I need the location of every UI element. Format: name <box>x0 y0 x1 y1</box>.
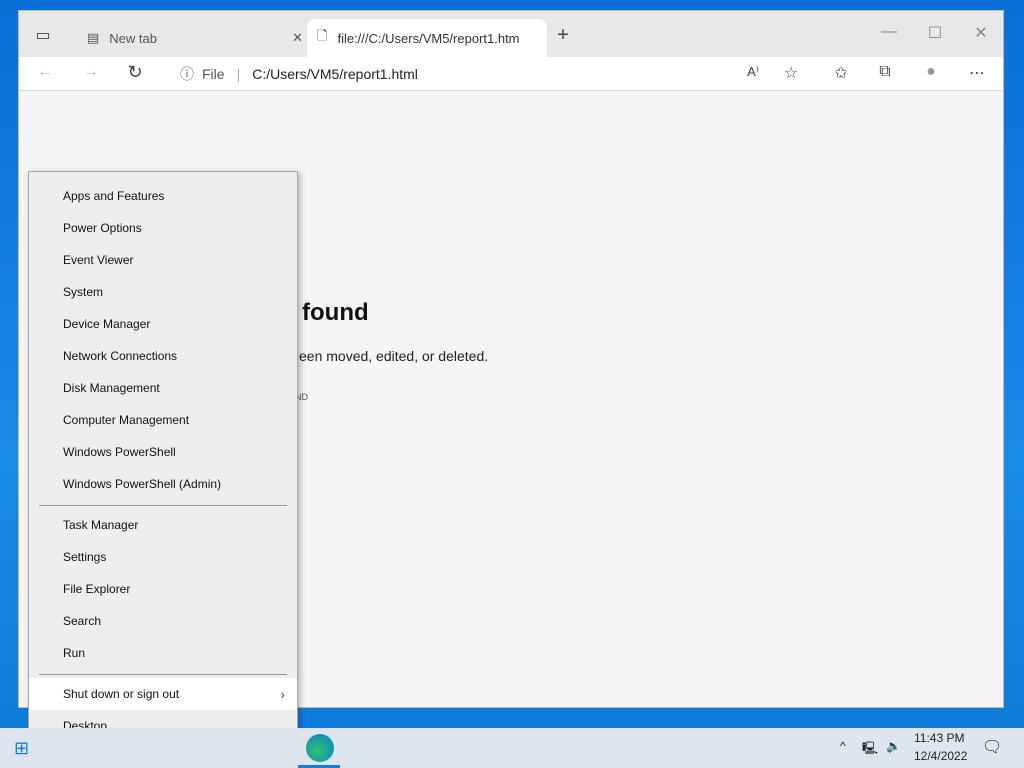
error-message: een moved, edited, or deleted. <box>299 348 489 364</box>
start-button[interactable]: ⊞ <box>14 738 29 759</box>
clock-date[interactable]: 12/4/2022 <box>914 749 967 763</box>
menu-item-settings[interactable]: Settings <box>29 541 297 573</box>
edge-taskbar-icon[interactable] <box>306 734 334 762</box>
menu-item-network-connections[interactable]: Network Connections <box>29 340 297 372</box>
menu-item-apps-features[interactable]: Apps and Features <box>29 180 297 212</box>
menu-item-powershell[interactable]: Windows PowerShell <box>29 436 297 468</box>
info-icon[interactable]: ⓘ <box>180 64 194 84</box>
menu-item-shut-down[interactable]: Shut down or sign out › <box>29 678 297 710</box>
new-tab-button[interactable]: + <box>551 24 575 47</box>
back-button[interactable]: ← <box>33 63 57 81</box>
menu-item-power-options[interactable]: Power Options <box>29 212 297 244</box>
menu-item-task-manager[interactable]: Task Manager <box>29 509 297 541</box>
minimize-button[interactable]: — <box>877 23 901 41</box>
menu-item-system[interactable]: System <box>29 276 297 308</box>
read-aloud-icon[interactable]: A⁾ <box>741 64 765 80</box>
show-hidden-icons[interactable]: ^ <box>840 739 846 753</box>
tab-new-tab[interactable]: ▤ New tab ✕ <box>77 19 303 57</box>
winx-context-menu: Apps and Features Power Options Event Vi… <box>28 171 298 750</box>
taskbar: ⊞ ^ 🖳 🔈 11:43 PM 12/4/2022 🗨 <box>0 728 1024 768</box>
menu-separator <box>39 505 287 506</box>
menu-item-file-explorer[interactable]: File Explorer <box>29 573 297 605</box>
tab-bar: ▭ ▤ New tab ✕ 🗋 file:///C:/Users/VM5/rep… <box>19 11 1003 57</box>
profile-avatar[interactable]: ● <box>919 63 943 81</box>
divider: | <box>236 66 241 82</box>
menu-item-device-manager[interactable]: Device Manager <box>29 308 297 340</box>
tab-report1[interactable]: 🗋 file:///C:/Users/VM5/report1.htm <box>307 19 547 57</box>
toolbar: ← → ↻ ⓘ File | C:/Users/VM5/report1.html… <box>19 57 1003 91</box>
error-heading: found <box>302 299 369 326</box>
collections-icon[interactable]: ⧉ <box>873 63 897 81</box>
file-error-icon: 🗋 <box>317 28 328 43</box>
tab-actions-icon[interactable]: ▭ <box>31 25 55 45</box>
menu-item-computer-management[interactable]: Computer Management <box>29 404 297 436</box>
menu-item-disk-management[interactable]: Disk Management <box>29 372 297 404</box>
chevron-right-icon: › <box>280 686 285 702</box>
menu-separator <box>39 674 287 675</box>
network-icon[interactable]: 🖳 <box>862 739 878 760</box>
menu-item-run[interactable]: Run <box>29 637 297 669</box>
close-tab-icon[interactable]: ✕ <box>292 30 303 46</box>
add-favorite-icon[interactable]: ☆ <box>779 63 803 83</box>
more-menu-icon[interactable]: ⋯ <box>965 63 989 83</box>
menu-item-powershell-admin[interactable]: Windows PowerShell (Admin) <box>29 468 297 500</box>
close-window-button[interactable]: ✕ <box>969 23 993 43</box>
forward-button[interactable]: → <box>79 63 103 81</box>
favorites-icon[interactable]: ✩ <box>829 63 853 83</box>
notifications-icon[interactable]: 🗨 <box>982 737 1002 757</box>
volume-icon[interactable]: 🔈 <box>886 739 901 753</box>
menu-item-search[interactable]: Search <box>29 605 297 637</box>
new-tab-icon: ▤ <box>87 30 100 45</box>
clock-time[interactable]: 11:43 PM <box>914 731 964 745</box>
menu-item-event-viewer[interactable]: Event Viewer <box>29 244 297 276</box>
refresh-button[interactable]: ↻ <box>123 62 147 83</box>
maximize-button[interactable]: ☐ <box>923 23 947 43</box>
